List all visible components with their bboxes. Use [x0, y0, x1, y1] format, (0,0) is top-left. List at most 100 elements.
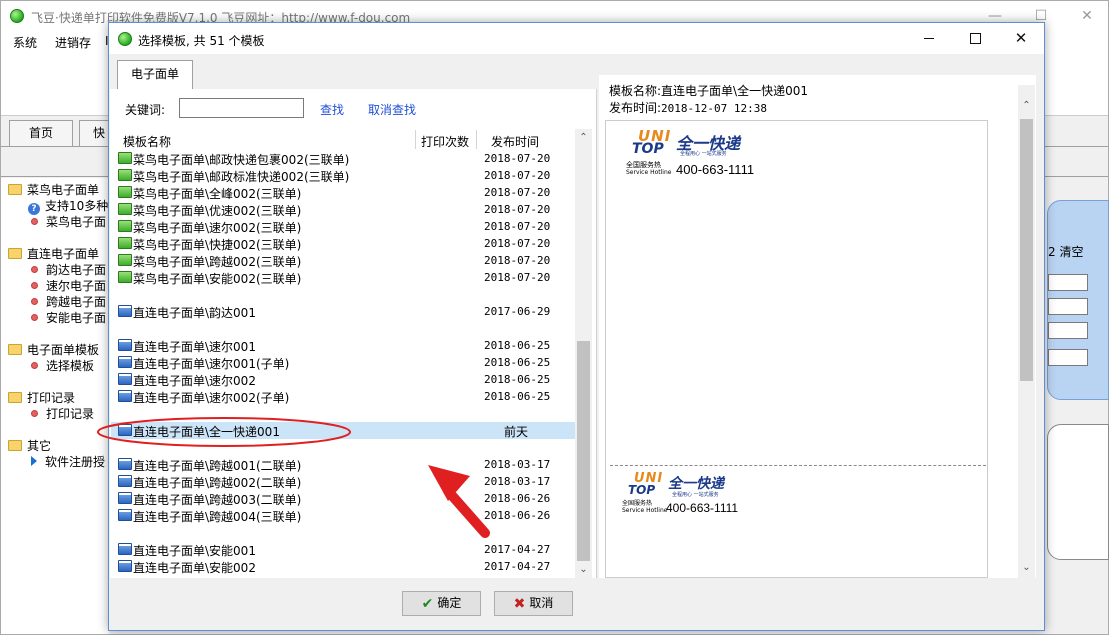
table-row[interactable]: 菜鸟电子面单\速尔002(三联单) 2018-07-20: [111, 218, 575, 235]
scroll-thumb[interactable]: [577, 341, 590, 561]
template-name: 菜鸟电子面单\邮政标准快递002(三联单): [133, 170, 350, 184]
preview-canvas: UNI TOP 全一快递 全程用心 一站式服务 全国服务热 Service Ho…: [605, 120, 988, 578]
template-name: 菜鸟电子面单\快捷002(三联单): [133, 238, 302, 252]
logo-mark: UNI TOP 全一快递 全程用心 一站式服务: [616, 471, 766, 499]
table-row[interactable]: 直连电子面单\跨越004(三联单) 2018-06-26: [111, 507, 575, 524]
table-row[interactable]: 菜鸟电子面单\跨越002(三联单) 2018-07-20: [111, 252, 575, 269]
tree-folder-other[interactable]: 其它: [8, 438, 51, 454]
direct-template-icon: [118, 492, 132, 504]
cainiao-template-icon: [118, 237, 132, 249]
tree-item-cainiao-sheet[interactable]: 菜鸟电子面: [31, 214, 106, 230]
tree-item-support[interactable]: ? 支持10多种: [28, 198, 108, 215]
template-name: 菜鸟电子面单\优速002(三联单): [133, 204, 302, 218]
cainiao-template-icon: [118, 220, 132, 232]
column-header-count[interactable]: 打印次数: [421, 133, 469, 150]
table-row[interactable]: 直连电子面单\跨越001(二联单) 2018-03-17: [111, 456, 575, 473]
table-row[interactable]: 菜鸟电子面单\全峰002(三联单) 2018-07-20: [111, 184, 575, 201]
play-arrow-icon: [31, 456, 37, 466]
table-row[interactable]: 菜鸟电子面单\邮政标准快递002(三联单) 2018-07-20: [111, 167, 575, 184]
template-dialog: 选择模板, 共 51 个模板 ✕ 电子面单 关键词: 查找 取消查找 模板名称 …: [108, 22, 1045, 631]
clear-button[interactable]: 2 清空: [1048, 243, 1083, 260]
tree-item-yunda[interactable]: 韵达电子面: [31, 262, 106, 278]
table-row[interactable]: 直连电子面单\速尔001(子单) 2018-06-25: [111, 354, 575, 371]
column-header-date[interactable]: 发布时间: [491, 133, 539, 150]
table-row[interactable]: 直连电子面单\速尔002 2018-06-25: [111, 371, 575, 388]
logo-tagline: 全程用心 一站式服务: [680, 151, 727, 157]
menu-inventory[interactable]: 进销存: [55, 34, 91, 51]
tree-item-select-template[interactable]: 选择模板: [31, 358, 94, 374]
table-row[interactable]: 直连电子面单\安能001 2017-04-27: [111, 541, 575, 558]
table-row[interactable]: 直连电子面单\安能002 2017-04-27: [111, 558, 575, 575]
main-close-icon[interactable]: ✕: [1064, 1, 1109, 32]
table-row[interactable]: 菜鸟电子面单\邮政快递包裹002(三联单) 2018-07-20: [111, 150, 575, 167]
direct-template-icon: [118, 475, 132, 487]
scroll-down-icon[interactable]: ⌄: [575, 561, 592, 578]
publish-date: 2017-04-27: [484, 543, 551, 556]
preview-scrollbar[interactable]: ⌃ ⌄: [1018, 85, 1035, 578]
tree-item-register[interactable]: 软件注册授: [31, 454, 105, 470]
folder-icon: [8, 440, 22, 451]
table-row[interactable]: 菜鸟电子面单\快捷002(三联单) 2018-07-20: [111, 235, 575, 252]
scroll-up-icon[interactable]: ⌃: [1018, 97, 1035, 114]
template-name: 直连电子面单\安能001: [133, 544, 256, 558]
hotline-number: 400-663-1111: [676, 162, 755, 177]
preview-publish-time: 发布时间:2018-12-07 12:38: [609, 99, 767, 116]
tree-item-kuayue[interactable]: 跨越电子面: [31, 294, 106, 310]
tree-folder-print-records[interactable]: 打印记录: [8, 390, 75, 406]
cancel-button[interactable]: ✖ 取消: [494, 591, 573, 616]
keyword-label: 关键词:: [125, 103, 166, 117]
logo-tagline: 全程用心 一站式服务: [672, 492, 719, 498]
table-row[interactable]: 菜鸟电子面单\优速002(三联单) 2018-07-20: [111, 201, 575, 218]
table-row[interactable]: 直连电子面单\速尔002(子单) 2018-06-25: [111, 388, 575, 405]
service-hotline: 全国服务热 Service Hotline 400-663-1111: [616, 499, 766, 519]
menu-system[interactable]: 系统: [13, 34, 37, 51]
keyword-input[interactable]: [179, 98, 304, 118]
template-name: 直连电子面单\全一快递001: [133, 425, 280, 439]
tree-label: 电子面单模板: [27, 343, 100, 357]
company-logo-top: UNI TOP 全一快递 全程用心 一站式服务 全国服务热 Service Ho…: [620, 127, 780, 181]
direct-template-icon: [118, 390, 132, 402]
ok-button[interactable]: ✔ 确定: [402, 591, 481, 616]
bullet-icon: [31, 362, 38, 369]
publish-date: 2018-07-20: [484, 254, 551, 267]
main-tab-home[interactable]: 首页: [9, 120, 73, 146]
table-row[interactable]: 菜鸟电子面单\安能002(三联单) 2018-07-20: [111, 269, 575, 286]
right-field[interactable]: [1048, 322, 1088, 339]
table-row[interactable]: 直连电子面单\跨越003(二联单) 2018-06-26: [111, 490, 575, 507]
table-row[interactable]: 直连电子面单\跨越002(二联单) 2018-03-17: [111, 473, 575, 490]
close-icon[interactable]: ✕: [998, 23, 1044, 54]
list-scrollbar[interactable]: ⌃ ⌄: [575, 129, 592, 578]
cancel-find-button[interactable]: 取消查找: [368, 101, 416, 118]
right-field[interactable]: [1048, 349, 1088, 366]
column-header-name[interactable]: 模板名称: [123, 133, 171, 150]
minimize-icon[interactable]: [906, 23, 952, 54]
table-row[interactable]: 直连电子面单\韵达001 2017-06-29: [111, 303, 575, 320]
right-field[interactable]: [1048, 298, 1088, 315]
table-row[interactable]: 直连电子面单\速尔001 2018-06-25: [111, 337, 575, 354]
tree-item-print-records[interactable]: 打印记录: [31, 406, 94, 422]
tab-electronic-sheet[interactable]: 电子面单: [117, 60, 193, 89]
cainiao-template-icon: [118, 169, 132, 181]
template-name: 直连电子面单\跨越002(二联单): [133, 476, 302, 490]
tree-item-suer[interactable]: 速尔电子面: [31, 278, 106, 294]
preview-name-value: 直连电子面单\全一快递001: [661, 84, 808, 98]
scroll-up-icon[interactable]: ⌃: [575, 129, 592, 146]
tree-folder-direct[interactable]: 直连电子面单: [8, 246, 99, 262]
tree-item-anneng[interactable]: 安能电子面: [31, 310, 106, 326]
tree-label: 安能电子面: [46, 311, 107, 325]
publish-date: 2018-07-20: [484, 152, 551, 165]
direct-template-icon: [118, 424, 132, 436]
scroll-down-icon[interactable]: ⌄: [1018, 559, 1035, 576]
tree-folder-templates[interactable]: 电子面单模板: [8, 342, 99, 358]
tree-folder-cainiao[interactable]: 菜鸟电子面单: [8, 182, 99, 198]
preview-time-value: 2018-12-07 12:38: [661, 102, 768, 115]
right-form-panel: 2 清空: [1047, 200, 1109, 400]
scroll-thumb[interactable]: [1020, 119, 1033, 381]
tree-label: 支持10多种: [45, 199, 109, 213]
table-row[interactable]: 直连电子面单\全一快递001 前天: [111, 422, 575, 439]
find-button[interactable]: 查找: [320, 101, 344, 118]
right-field[interactable]: [1048, 274, 1088, 291]
maximize-icon[interactable]: [952, 23, 998, 54]
template-name: 菜鸟电子面单\邮政快递包裹002(三联单): [133, 153, 350, 167]
template-name: 菜鸟电子面单\跨越002(三联单): [133, 255, 302, 269]
